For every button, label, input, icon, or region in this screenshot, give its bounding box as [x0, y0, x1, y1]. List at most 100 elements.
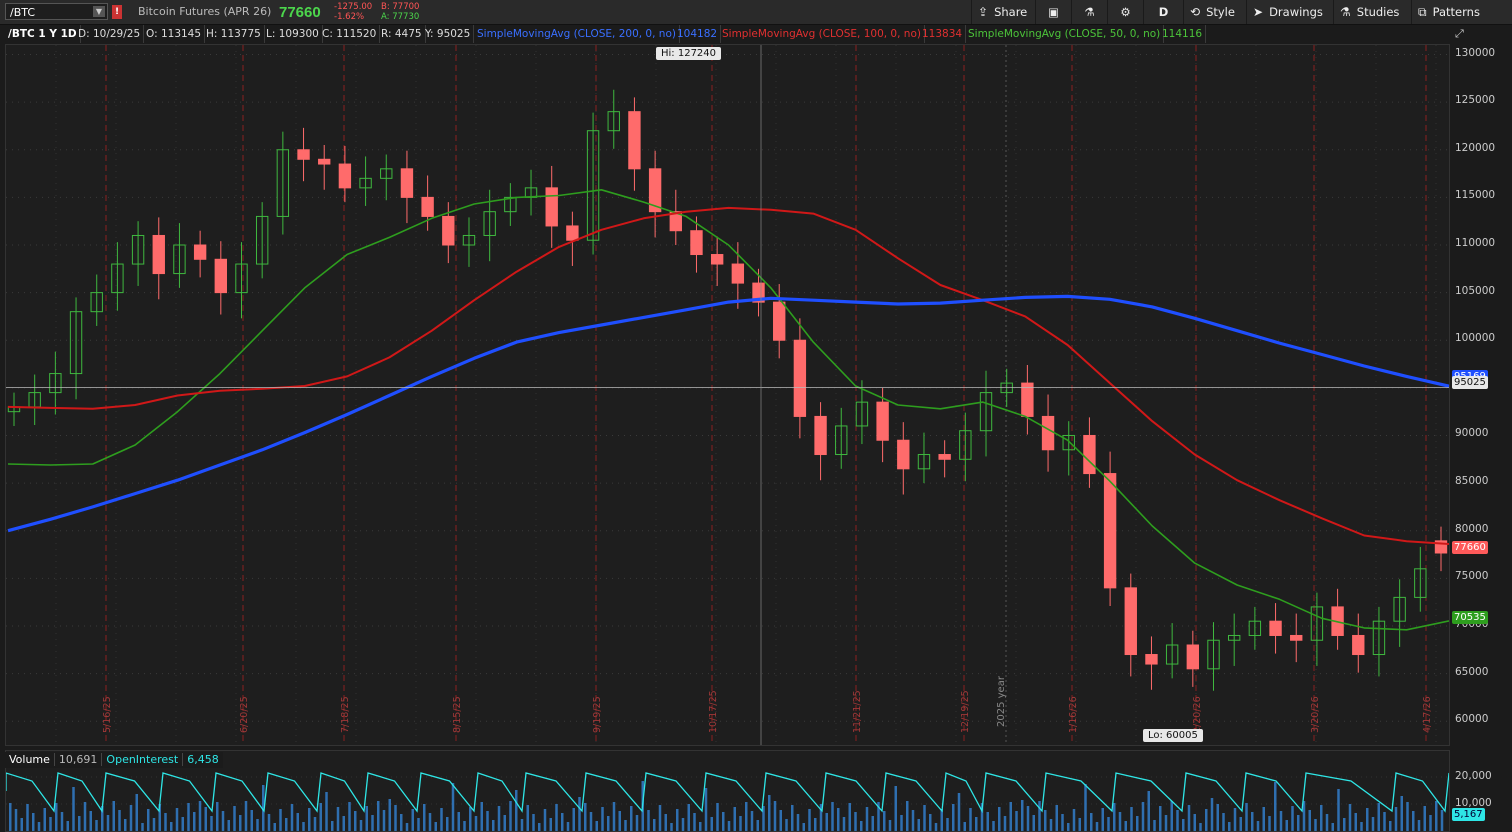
studies-button[interactable]: ⚗ Studies — [1333, 0, 1411, 24]
price-tick: 90000 — [1455, 427, 1489, 440]
symbol-input[interactable]: /BTC ▼ — [5, 3, 108, 20]
volume-bar — [842, 817, 846, 831]
volume-bar — [1015, 811, 1018, 831]
candle-body — [773, 301, 786, 341]
volume-bar — [49, 817, 52, 831]
volume-bar — [1371, 817, 1375, 831]
lab-button[interactable]: ⚗ — [1071, 0, 1107, 24]
volume-bar — [888, 820, 892, 831]
volume-bar — [239, 815, 242, 831]
alert-flag-icon[interactable]: ! — [112, 5, 122, 19]
volume-bar — [233, 806, 236, 831]
date-label: 9/19/25 — [592, 696, 603, 733]
volume-bar — [1055, 805, 1058, 831]
volume-bar — [854, 812, 857, 831]
volume-bar — [1228, 822, 1231, 831]
candle-body — [297, 149, 310, 160]
volume-bar — [336, 807, 340, 831]
volume-bar — [1130, 807, 1133, 831]
volume-bar — [503, 815, 506, 831]
volume-bar — [1366, 808, 1369, 831]
volume-bar — [55, 803, 58, 831]
volume-bar — [308, 808, 311, 831]
date-label: 12/19/25 — [960, 690, 971, 733]
volume-bar — [549, 818, 552, 831]
volume-bar — [1113, 803, 1116, 831]
open-interest-label: OpenInterest — [102, 753, 184, 766]
candle-body — [1041, 415, 1055, 451]
style-button[interactable]: ⟲ Style — [1183, 0, 1246, 24]
volume-bar — [457, 812, 460, 831]
share-button[interactable]: ⇪ Share — [971, 0, 1035, 24]
volume-bar — [630, 806, 633, 831]
volume-bar — [446, 817, 449, 831]
volume-bar — [572, 808, 575, 831]
volume-bar — [1072, 809, 1076, 831]
candle-body — [731, 263, 745, 284]
volume-bar — [1233, 808, 1237, 831]
ask-value: A: 77730 — [381, 12, 420, 22]
volume-bar — [1107, 817, 1110, 831]
volume-bar — [250, 810, 253, 831]
last-price: 77660 — [279, 4, 321, 21]
volume-bar — [664, 814, 667, 831]
volume-bar — [894, 786, 897, 831]
chevron-down-icon[interactable]: ▼ — [93, 6, 105, 17]
volume-bar — [325, 792, 328, 831]
volume-bar — [710, 817, 713, 831]
volume-bar — [1251, 812, 1254, 831]
volume-bar — [1205, 809, 1208, 831]
date-value: D: 10/29/25 — [75, 25, 145, 43]
price-chart[interactable]: 5/16/25 6/20/25 7/18/25 8/15/25 9/19/25 10/17… — [5, 44, 1450, 746]
studies-label: Studies — [1356, 5, 1400, 19]
candle-body — [338, 163, 352, 189]
candle-body — [421, 196, 434, 217]
volume-bar — [1199, 823, 1202, 831]
volume-bar — [802, 823, 805, 831]
volume-bar — [348, 802, 351, 831]
volume-bar — [716, 803, 719, 831]
sma50-label[interactable]: SimpleMovingAvg (CLOSE, 50, 0, no) — [965, 25, 1165, 43]
volume-bar — [785, 819, 788, 831]
volume-bar — [998, 807, 1001, 831]
sma100-label[interactable]: SimpleMovingAvg (CLOSE, 100, 0, no) — [719, 25, 925, 43]
candle-body — [1352, 634, 1365, 656]
volume-bar — [434, 822, 437, 831]
volume-bar — [814, 818, 817, 831]
volume-bar — [756, 820, 759, 831]
volume-bar — [929, 814, 932, 831]
range-value: R: 4475 — [378, 25, 426, 43]
volume-bar — [354, 811, 357, 831]
sma200-label[interactable]: SimpleMovingAvg (CLOSE, 200, 0, no) — [474, 25, 680, 43]
volume-bar — [768, 795, 771, 831]
expand-icon[interactable]: ⤢ — [1455, 27, 1471, 41]
volume-bar — [1210, 798, 1214, 831]
volume-bar — [1429, 815, 1432, 831]
period-button[interactable]: D — [1143, 0, 1183, 24]
patterns-button[interactable]: ⧉ Patterns — [1411, 0, 1512, 24]
volume-bar — [152, 818, 156, 831]
drawings-button[interactable]: ➤ Drawings — [1246, 0, 1333, 24]
snapshot-button[interactable]: ▣ — [1035, 0, 1071, 24]
volume-bar — [193, 812, 196, 831]
volume-bar — [428, 813, 432, 831]
volume-bar — [825, 813, 828, 831]
volume-bar — [1348, 804, 1352, 831]
volume-bar — [883, 811, 886, 831]
volume-bar — [1049, 819, 1053, 831]
volume-bar — [1032, 815, 1035, 831]
volume-tick: 20,000 — [1455, 770, 1492, 782]
candle-body — [566, 225, 579, 241]
date-label: 11/21/25 — [852, 690, 863, 733]
settings-button[interactable]: ⚙ — [1107, 0, 1143, 24]
volume-bar — [83, 802, 87, 831]
volume-bar — [124, 819, 127, 831]
y-value: Y: 95025 — [422, 25, 475, 43]
chart-title: /BTC 1 Y 1D — [5, 25, 81, 43]
volume-bar — [515, 790, 518, 831]
volume-bar — [32, 813, 35, 831]
candle-body — [1269, 620, 1282, 636]
cursor-icon: ➤ — [1253, 5, 1264, 19]
date-label: 8/15/25 — [452, 696, 463, 733]
price-axis[interactable]: 130000 125000 120000 115000 110000 105000 1000… — [1450, 44, 1512, 746]
